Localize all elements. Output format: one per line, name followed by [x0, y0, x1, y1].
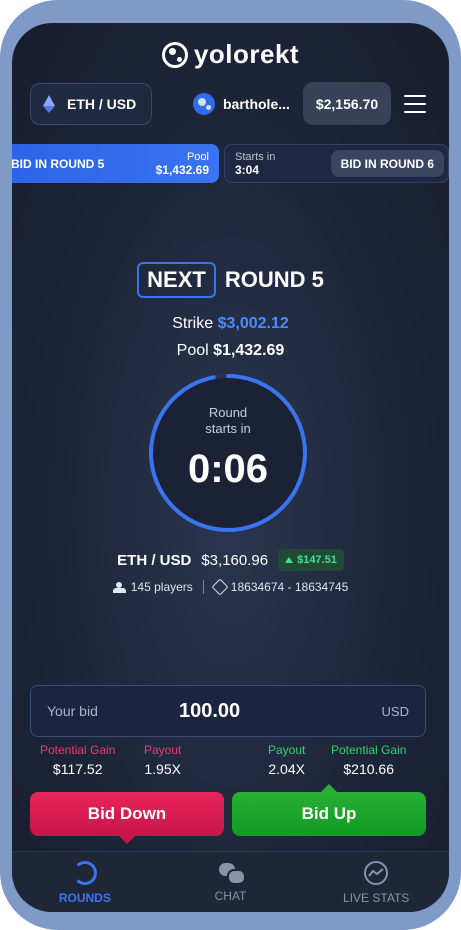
timer-value: 0:06 — [187, 447, 269, 491]
round-card-label: BID IN ROUND 5 — [12, 156, 105, 171]
arrow-up-icon — [285, 557, 294, 563]
nav-rounds[interactable]: ROUNDS — [12, 852, 158, 912]
bid-label: Your bid — [47, 703, 98, 719]
bid-amount-input[interactable]: Your bid 100.00 USD — [30, 685, 426, 737]
hamburger-menu-icon[interactable] — [404, 95, 426, 113]
wallet-balance-button[interactable]: $2,156.70 — [303, 82, 391, 125]
countdown-timer: Round starts in 0:06 — [148, 373, 308, 533]
round-meta: 145 players 18634674 - 18634745 — [12, 578, 449, 596]
price-pair: ETH / USD — [117, 551, 192, 569]
divider — [202, 580, 204, 594]
pair-label: ETH / USD — [67, 96, 137, 112]
next-badge: NEXT — [137, 262, 216, 298]
rounds-strip: BID IN ROUND 5 Pool $1,432.69 Starts in … — [12, 144, 449, 184]
bid-currency: USD — [381, 703, 409, 719]
logo-icon — [161, 41, 188, 68]
bid-up-button[interactable]: Bid Up — [232, 784, 426, 836]
block-range: 18634674 - 18634745 — [211, 578, 348, 596]
players-icon — [112, 581, 126, 593]
timer-label: Round starts in — [205, 405, 251, 436]
round-title: NEXT ROUND 5 — [12, 262, 449, 298]
round-pool: Pool $1,432.69 — [176, 342, 285, 359]
price-change-badge: $147.51 — [278, 549, 344, 571]
live-stats-icon — [364, 861, 389, 885]
bid-value[interactable]: 100.00 — [179, 700, 382, 723]
round-card-next[interactable]: Starts in 3:04 BID IN ROUND 6 — [224, 144, 449, 183]
nav-chat[interactable]: CHAT — [158, 852, 304, 912]
app-logo[interactable]: yolorekt — [12, 39, 449, 70]
ethereum-icon — [43, 95, 55, 113]
live-price-row: ETH / USD $3,160.96 $147.51 — [12, 549, 449, 571]
device-frame: yolorekt ETH / USD barthole... $2,156.70… — [0, 0, 461, 930]
pair-selector-button[interactable]: ETH / USD — [30, 83, 152, 125]
avatar — [193, 93, 215, 115]
down-potential-gain: Potential Gain $117.52 — [40, 743, 116, 777]
logo-text: yolorekt — [193, 39, 300, 69]
round-card-active[interactable]: BID IN ROUND 5 Pool $1,432.69 — [12, 144, 219, 183]
user-account[interactable]: barthole... — [193, 93, 290, 115]
players-count: 145 players — [112, 580, 193, 594]
username: barthole... — [223, 96, 290, 112]
chat-icon — [218, 861, 246, 885]
live-price: $3,160.96 — [201, 551, 269, 569]
round-name: ROUND 5 — [224, 267, 324, 292]
down-payout: Payout 1.95X — [144, 743, 182, 777]
app-screen: yolorekt ETH / USD barthole... $2,156.70… — [12, 23, 449, 912]
up-payout: Payout 2.04X — [268, 743, 306, 777]
nav-live-stats[interactable]: LIVE STATS — [303, 852, 449, 912]
round-card-pool: Pool $1,432.69 — [155, 150, 209, 177]
rounds-icon — [72, 861, 97, 885]
block-icon — [211, 578, 229, 596]
bid-down-button[interactable]: Bid Down — [30, 792, 224, 844]
bottom-nav: ROUNDS CHAT LIVE STATS — [12, 851, 449, 912]
bid-next-round-button[interactable]: BID IN ROUND 6 — [330, 150, 444, 177]
strike-price: Strike $3,002.12 — [172, 315, 289, 332]
round-card-start-time: Starts in 3:04 — [235, 150, 276, 177]
up-potential-gain: Potential Gain $210.66 — [331, 743, 407, 777]
